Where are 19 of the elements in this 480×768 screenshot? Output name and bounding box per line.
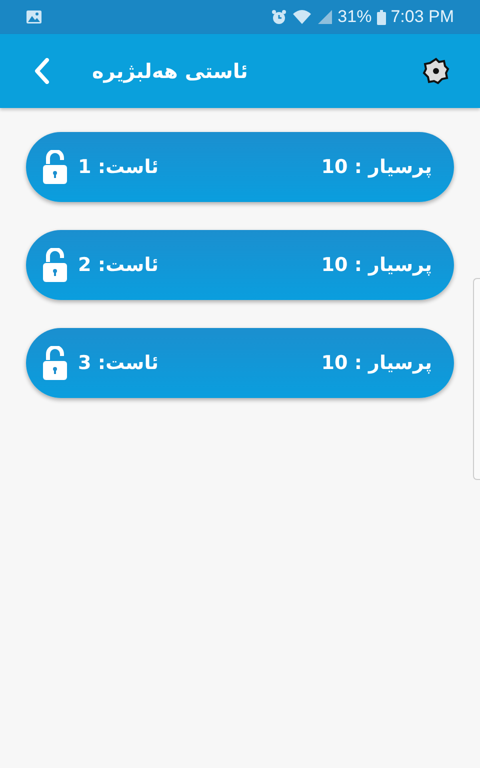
image-icon — [26, 10, 42, 24]
question-count: پرسیار : 10 — [321, 352, 432, 374]
settings-icon — [422, 57, 450, 85]
level-card[interactable]: ئاست: 1 پرسیار : 10 — [26, 132, 454, 202]
battery-percent: 31% — [338, 7, 372, 27]
level-label: ئاست: 3 — [78, 352, 159, 374]
battery-icon — [376, 10, 386, 24]
level-card[interactable]: ئاست: 2 پرسیار : 10 — [26, 230, 454, 300]
clock: 7:03 PM — [390, 7, 454, 27]
level-label: ئاست: 1 — [78, 156, 159, 178]
level-label: ئاست: 2 — [78, 254, 159, 276]
wifi-icon — [292, 9, 312, 25]
alarm-icon — [270, 9, 287, 25]
chevron-left-icon — [34, 58, 50, 84]
question-count: پرسیار : 10 — [321, 254, 432, 276]
signal-icon — [316, 9, 333, 25]
level-card[interactable]: ئاست: 3 پرسیار : 10 — [26, 328, 454, 398]
screen-title: ئاستی هەلبژیرە — [92, 59, 248, 83]
question-count: پرسیار : 10 — [321, 156, 432, 178]
